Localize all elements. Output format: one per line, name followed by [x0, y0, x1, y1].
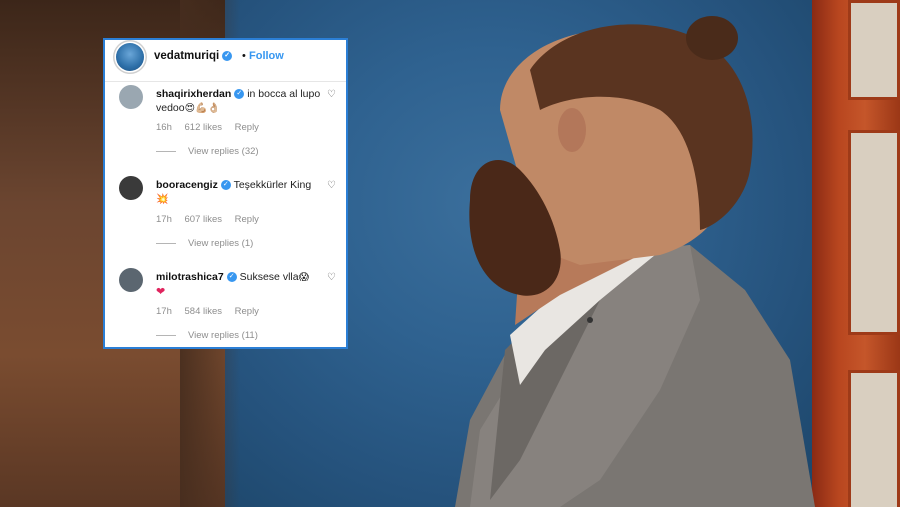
comment-likes[interactable]: 607 likes: [185, 214, 223, 225]
comment-item: milotrashica7 ✓ Suksese vlla😱 ❤ ♡ 17h 584 …: [105, 268, 346, 347]
comment-text: shaqirixherdan ✓ in bocca al lupo vedoo😍💪…: [156, 87, 321, 116]
view-replies-label[interactable]: View replies (1): [188, 238, 253, 249]
verified-badge-icon: ✓: [234, 89, 245, 100]
header-divider: [105, 81, 346, 82]
comment-emoji: 💥: [156, 194, 169, 205]
heart-outline-icon[interactable]: ♡: [327, 273, 337, 283]
verified-badge-icon: ✓: [222, 50, 233, 61]
post-author-username[interactable]: vedatmuriqi ✓: [154, 50, 233, 62]
commenter-avatar[interactable]: [119, 268, 143, 292]
instagram-comments-card: vedatmuriqi ✓ • Follow shaqirixherdan ✓ in…: [103, 38, 348, 349]
commenter-username[interactable]: milotrashica7: [156, 271, 224, 283]
comment-meta: 17h 584 likes Reply: [156, 306, 269, 317]
replies-line: [156, 242, 176, 244]
comment-item: shaqirixherdan ✓ in bocca al lupo vedoo😍💪…: [105, 85, 346, 165]
comment-body: Suksese vlla: [239, 271, 299, 283]
commenter-username[interactable]: shaqirixherdan: [156, 88, 231, 100]
comment-text: booracengiz ✓ Teşekkürler King 💥: [156, 178, 321, 207]
comment-time: 17h: [156, 214, 172, 225]
view-replies-button[interactable]: View replies (11): [156, 330, 258, 341]
comment-time: 16h: [156, 122, 172, 133]
comment-text: milotrashica7 ✓ Suksese vlla😱 ❤: [156, 270, 321, 299]
comment-meta: 16h 612 likes Reply: [156, 122, 269, 133]
view-replies-button[interactable]: View replies (1): [156, 238, 253, 249]
comment-body: Teşekkürler King: [233, 179, 312, 191]
comment-item: booracengiz ✓ Teşekkürler King 💥 ♡ 17h 607…: [105, 176, 346, 256]
verified-badge-icon: ✓: [220, 180, 231, 191]
red-heart-emoji: ❤: [156, 286, 166, 298]
view-replies-label[interactable]: View replies (11): [188, 330, 258, 341]
hair-bun: [686, 16, 738, 60]
post-header: vedatmuriqi ✓ • Follow: [105, 40, 346, 76]
heart-outline-icon[interactable]: ♡: [327, 181, 337, 191]
comment-meta: 17h 607 likes Reply: [156, 214, 269, 225]
reply-button[interactable]: Reply: [235, 214, 259, 225]
commenter-avatar[interactable]: [119, 176, 143, 200]
comment-likes[interactable]: 584 likes: [185, 306, 223, 317]
comment-emoji: 😍💪🏼👌🏼: [184, 103, 220, 114]
commenter-avatar[interactable]: [119, 85, 143, 109]
comment-emoji: 😱: [298, 272, 310, 283]
reply-button[interactable]: Reply: [235, 306, 259, 317]
reply-button[interactable]: Reply: [235, 122, 259, 133]
separator-dot: •: [242, 50, 246, 62]
heart-outline-icon[interactable]: ♡: [327, 90, 337, 100]
post-author-avatar[interactable]: [116, 43, 144, 71]
replies-line: [156, 150, 176, 152]
view-replies-label[interactable]: View replies (32): [188, 146, 259, 157]
comment-likes[interactable]: 612 likes: [185, 122, 223, 133]
comment-time: 17h: [156, 306, 172, 317]
username-text[interactable]: vedatmuriqi: [154, 50, 219, 62]
verified-badge-icon: ✓: [226, 272, 237, 283]
ear: [558, 108, 586, 152]
follow-button[interactable]: Follow: [249, 50, 284, 62]
replies-line: [156, 334, 176, 336]
commenter-username[interactable]: booracengiz: [156, 179, 218, 191]
view-replies-button[interactable]: View replies (32): [156, 146, 259, 157]
